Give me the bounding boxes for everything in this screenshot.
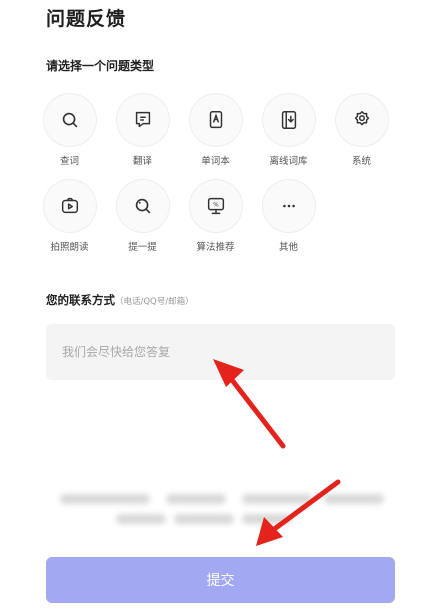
- settings-gear-icon: [334, 93, 389, 147]
- contact-input[interactable]: [46, 324, 395, 380]
- type-item-label: 查词: [59, 156, 79, 167]
- svg-text:%: %: [213, 201, 219, 208]
- page-title: 问题反馈: [46, 8, 127, 30]
- type-item-label: 算法推荐: [196, 242, 235, 253]
- scan-icon: [115, 179, 170, 233]
- wordbook-icon: [188, 93, 243, 147]
- submit-button[interactable]: 提交: [46, 557, 395, 603]
- algorithm-icon: %: [188, 179, 243, 233]
- translate-icon: [115, 93, 170, 147]
- contact-label: 您的联系方式（电话/QQ号/邮箱）: [46, 292, 194, 308]
- type-item-label: 拍照朗读: [50, 242, 89, 253]
- type-item-translate[interactable]: 翻译: [106, 93, 179, 167]
- type-item-other[interactable]: 其他: [252, 179, 325, 253]
- type-item-offline-dictionary[interactable]: 离线词库: [252, 93, 325, 167]
- type-item-system[interactable]: 系统: [325, 93, 398, 167]
- type-item-label: 离线词库: [269, 156, 308, 167]
- type-item-wordbook[interactable]: 单词本: [179, 93, 252, 167]
- type-item-algorithm[interactable]: % 算法推荐: [179, 179, 252, 253]
- contact-label-text: 您的联系方式: [46, 293, 115, 307]
- offline-dictionary-icon: [261, 93, 316, 147]
- contact-hint: （电话/QQ号/邮箱）: [115, 297, 194, 307]
- type-item-label: 提一提: [128, 242, 157, 253]
- camera-read-icon: [42, 179, 97, 233]
- type-item-label: 其他: [278, 242, 298, 253]
- type-item-scan[interactable]: 提一提: [106, 179, 179, 253]
- more-icon: [261, 179, 316, 233]
- search-icon: [42, 93, 97, 147]
- type-item-camera-read[interactable]: 拍照朗读: [33, 179, 106, 253]
- blurred-notice: [46, 490, 395, 530]
- type-item-label: 翻译: [132, 156, 152, 167]
- type-item-lookup[interactable]: 查词: [33, 93, 106, 167]
- problem-type-grid: 查词 翻译 单词本 离线词库 系统 拍照朗读 提一提 % 算法推荐 其他: [33, 93, 413, 253]
- type-section-title: 请选择一个问题类型: [46, 59, 155, 73]
- type-item-label: 单词本: [201, 156, 230, 167]
- type-item-label: 系统: [351, 156, 371, 167]
